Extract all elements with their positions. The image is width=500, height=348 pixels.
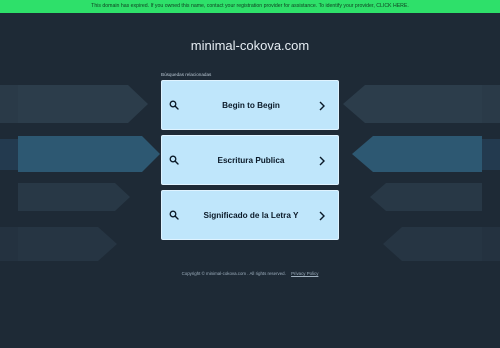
copyright-text: Copyright © minimal-cokova.com . All rig…	[181, 271, 286, 276]
bg-arrow-left-6	[18, 227, 117, 261]
bg-arrow-left-7	[0, 227, 18, 261]
chevron-right-icon	[319, 211, 325, 221]
related-link-label: Begin to Begin	[222, 101, 280, 110]
domain-title: minimal-cokova.com	[190, 38, 310, 53]
bg-arrow-left-2	[18, 85, 148, 123]
bg-arrow-right-1	[343, 85, 482, 123]
expired-domain-banner[interactable]: This domain has expired. If you owned th…	[0, 0, 500, 13]
bg-arrow-right-5	[370, 183, 482, 211]
related-link-label: Significado de la Letra Y	[203, 211, 299, 220]
bg-arrow-right-3	[352, 136, 482, 172]
bg-arrow-right-4	[482, 139, 500, 170]
bg-arrow-right-2	[482, 85, 500, 123]
bg-arrow-left-5	[18, 183, 130, 211]
chevron-right-icon	[319, 101, 325, 111]
chevron-right-icon	[319, 156, 325, 166]
bg-arrow-left-3	[0, 139, 18, 170]
bg-arrow-left-4	[18, 136, 160, 172]
related-searches-label: Búsquedas relacionadas	[161, 72, 212, 77]
related-link-escritura-publica[interactable]: Escritura Publica	[161, 135, 339, 185]
parked-domain-page: This domain has expired. If you owned th…	[0, 0, 500, 348]
footer: Copyright © minimal-cokova.com . All rig…	[0, 271, 500, 276]
related-link-label: Escritura Publica	[217, 156, 285, 165]
bg-arrow-right-7	[482, 227, 500, 261]
bg-arrow-left-1	[0, 85, 18, 123]
related-link-significado-letra-y[interactable]: Significado de la Letra Y	[161, 190, 339, 240]
related-link-begin-to-begin[interactable]: Begin to Begin	[161, 80, 339, 130]
privacy-policy-link[interactable]: Privacy Policy	[291, 271, 318, 276]
bg-arrow-right-6	[383, 227, 482, 261]
